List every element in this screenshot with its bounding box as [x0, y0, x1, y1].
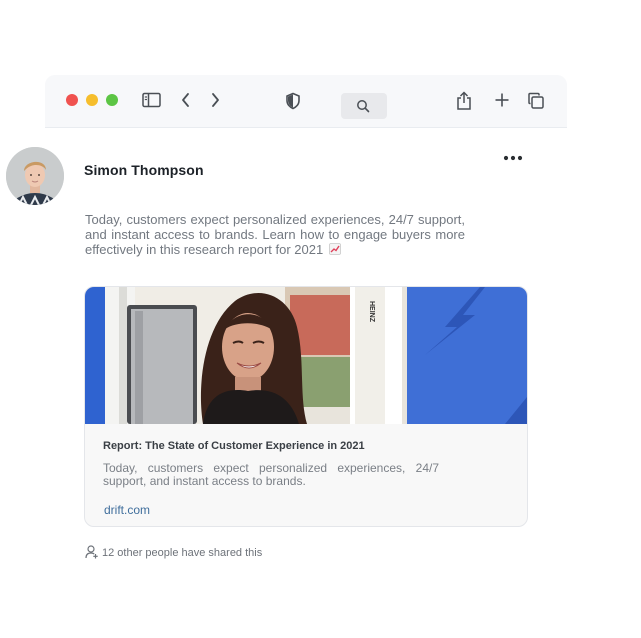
zoom-window-button[interactable]: [106, 94, 118, 106]
author-name[interactable]: Simon Thompson: [84, 162, 204, 178]
post-body: Today, customers expect personalized exp…: [85, 212, 465, 257]
page: Simon Thompson Today, customers expect p…: [0, 0, 641, 638]
avatar[interactable]: [6, 147, 64, 205]
share-text: 12 other people have shared this: [102, 547, 263, 559]
share-count[interactable]: 12 other people have shared this: [85, 545, 262, 559]
tabs-overview-icon[interactable]: [527, 92, 545, 110]
address-bar[interactable]: [341, 93, 387, 119]
plus-icon[interactable]: [494, 92, 510, 108]
close-window-button[interactable]: [66, 94, 78, 106]
card-image[interactable]: HEINZ: [85, 287, 527, 424]
search-icon: [357, 100, 370, 113]
browser-toolbar: [45, 75, 567, 127]
shield-icon[interactable]: [285, 92, 301, 110]
chevron-left-icon[interactable]: [180, 92, 192, 108]
card-description: Today, customers expect personalized exp…: [103, 461, 439, 488]
link-preview-card[interactable]: HEINZ Report: The State of Customer Expe…: [84, 286, 528, 527]
person-share-icon: [85, 545, 98, 559]
post-text: Today, customers expect personalized exp…: [85, 212, 465, 258]
more-horizontal-icon[interactable]: [502, 150, 526, 166]
image-sign-text: HEINZ: [368, 301, 375, 323]
card-domain-link[interactable]: drift.com: [104, 503, 150, 517]
card-title[interactable]: Report: The State of Customer Experience…: [103, 440, 365, 452]
minimize-window-button[interactable]: [86, 94, 98, 106]
chart-increasing-icon: [328, 243, 341, 258]
share-icon[interactable]: [456, 91, 472, 111]
sidebar-toggle-icon[interactable]: [142, 92, 162, 108]
chevron-right-icon[interactable]: [209, 92, 221, 108]
